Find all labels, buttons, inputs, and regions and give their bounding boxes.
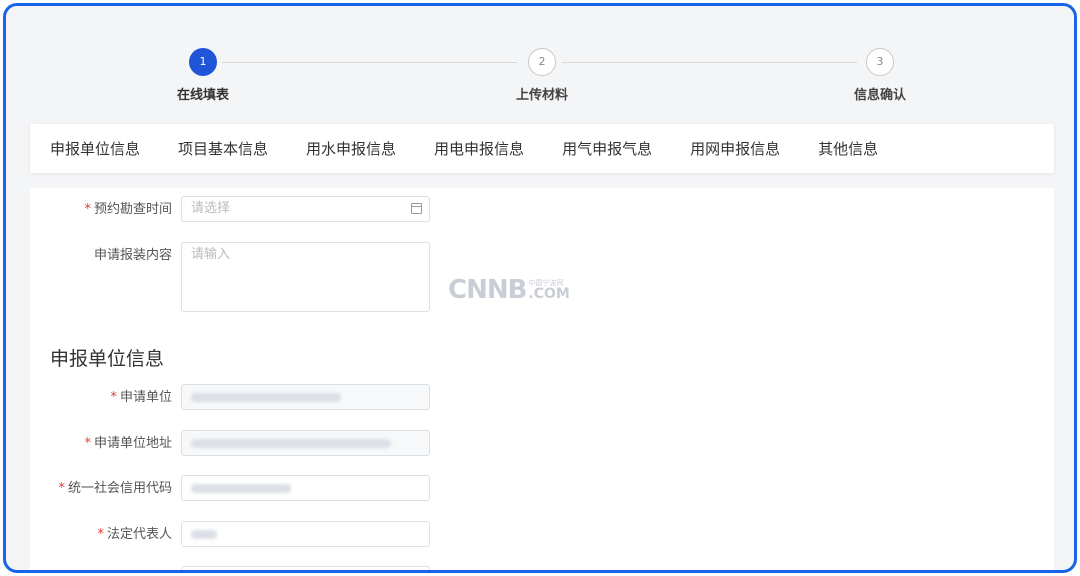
step-2: 2 上传材料 — [482, 48, 602, 103]
survey-time-placeholder: 请选择 — [191, 201, 231, 216]
step-3-label: 信息确认 — [853, 88, 906, 103]
legal-rep-input[interactable] — [181, 521, 430, 547]
unit-address-row: * 申请单位地址 — [30, 430, 1054, 458]
unit-address-input[interactable] — [181, 430, 430, 456]
apply-content-row: 申请报装内容 请输入 — [30, 242, 1054, 312]
step-connector — [562, 62, 857, 63]
required-marker: * — [97, 527, 104, 542]
legal-rep-label: * 法定代表人 — [12, 521, 172, 549]
unit-name-label-text: 申请单位 — [119, 390, 172, 405]
unit-address-label: * 申请单位地址 — [12, 430, 172, 458]
unit-name-input[interactable] — [181, 384, 430, 410]
tab-other-info[interactable]: 其他信息 — [818, 138, 878, 159]
credit-code-label: * 统一社会信用代码 — [12, 475, 172, 503]
app-frame: 1 在线填表 2 上传材料 3 信息确认 申报单位信息 项目基本信息 用水申报信… — [3, 3, 1077, 573]
tab-project-info[interactable]: 项目基本信息 — [178, 138, 268, 159]
tab-network-info[interactable]: 用网申报信息 — [690, 138, 780, 159]
survey-time-label: * 预约勘查时间 — [12, 196, 172, 224]
watermark-logo: CNNB — [448, 275, 527, 305]
step-2-label: 上传材料 — [515, 88, 568, 103]
legal-rep-row: * 法定代表人 — [30, 521, 1054, 549]
redacted-value — [191, 393, 341, 402]
step-connector — [222, 62, 517, 63]
tab-power-info[interactable]: 用电申报信息 — [434, 138, 524, 159]
survey-time-row: * 预约勘查时间 请选择 — [30, 196, 1054, 224]
next-row — [30, 566, 1054, 570]
cnnb-watermark: CNNB 中国宁波网 .COM — [448, 275, 570, 305]
redacted-value — [191, 530, 217, 539]
required-marker: * — [110, 390, 117, 405]
step-3: 3 信息确认 — [820, 48, 940, 103]
credit-code-row: * 统一社会信用代码 — [30, 475, 1054, 503]
progress-stepper: 1 在线填表 2 上传材料 3 信息确认 — [6, 48, 1074, 118]
unit-name-row: * 申请单位 — [30, 384, 1054, 412]
apply-content-label: 申请报装内容 — [93, 248, 172, 263]
unit-address-label-text: 申请单位地址 — [93, 436, 172, 451]
step-1-circle: 1 — [189, 48, 217, 76]
tab-gas-info[interactable]: 用气申报气息 — [562, 138, 652, 159]
credit-code-label-text: 统一社会信用代码 — [67, 481, 172, 496]
required-marker: * — [84, 202, 91, 217]
redacted-value — [191, 484, 291, 493]
required-marker: * — [84, 436, 91, 451]
tab-unit-info[interactable]: 申报单位信息 — [50, 138, 140, 159]
credit-code-input[interactable] — [181, 475, 430, 501]
redacted-value — [191, 439, 391, 448]
unit-name-label: * 申请单位 — [12, 384, 172, 412]
section-tabs: 申报单位信息 项目基本信息 用水申报信息 用电申报信息 用气申报气息 用网申报信… — [30, 124, 1054, 173]
next-input[interactable] — [181, 566, 430, 570]
apply-content-textarea[interactable]: 请输入 — [181, 242, 430, 312]
form-panel: * 预约勘查时间 请选择 申请报装内容 请输入 CNNB 中国宁波网 .COM 申… — [30, 188, 1054, 570]
legal-rep-label-text: 法定代表人 — [106, 527, 172, 542]
section-title: 申报单位信息 — [50, 348, 165, 370]
tab-water-info[interactable]: 用水申报信息 — [306, 138, 396, 159]
survey-time-label-text: 预约勘查时间 — [93, 202, 172, 217]
step-2-circle: 2 — [528, 48, 556, 76]
step-1-label: 在线填表 — [176, 88, 229, 103]
apply-content-placeholder: 请输入 — [191, 247, 231, 262]
step-3-circle: 3 — [866, 48, 894, 76]
survey-time-picker[interactable]: 请选择 — [181, 196, 430, 222]
calendar-icon[interactable] — [411, 203, 422, 214]
step-1: 1 在线填表 — [143, 48, 263, 103]
watermark-com: .COM — [528, 285, 570, 302]
required-marker: * — [58, 481, 65, 496]
